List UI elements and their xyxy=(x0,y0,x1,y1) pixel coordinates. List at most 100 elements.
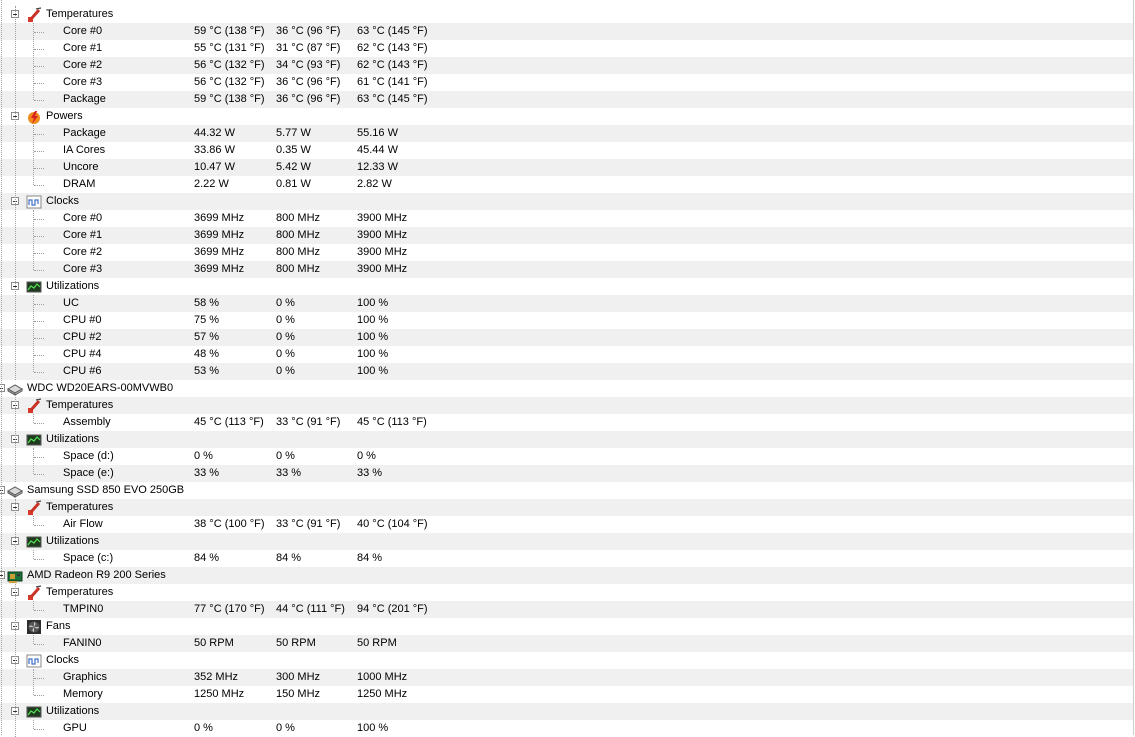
sensor-max: 100 % xyxy=(357,348,389,360)
sensor-row[interactable]: Package 59 °C (138 °F) 36 °C (96 °F) 63 °C … xyxy=(0,91,1133,108)
sensor-row[interactable]: CPU #6 53 % 0 % 100 % xyxy=(0,363,1133,380)
sensor-row[interactable]: Space (d:) 0 % 0 % 0 % xyxy=(0,448,1133,465)
sensor-min: 33 °C (91 °F) xyxy=(276,416,341,428)
sensor-group-row[interactable]: Utilizations xyxy=(0,278,1133,295)
tree-connector xyxy=(34,644,44,645)
sensor-row[interactable]: CPU #0 75 % 0 % 100 % xyxy=(0,312,1133,329)
sensor-row[interactable]: Core #3 3699 MHz 800 MHz 3900 MHz xyxy=(0,261,1133,278)
sensor-label: Air Flow xyxy=(63,518,103,530)
tree-connector xyxy=(34,729,44,730)
sensor-group-row[interactable]: Utilizations xyxy=(0,431,1133,448)
sensor-max: 84 % xyxy=(357,552,383,564)
sensor-row[interactable]: Core #3 56 °C (132 °F) 36 °C (96 °F) 61 °C … xyxy=(0,74,1133,91)
sensor-value: 77 °C (170 °F) xyxy=(194,603,265,615)
tree-connector xyxy=(34,423,44,424)
sensor-row[interactable]: IA Cores 33.86 W 0.35 W 45.44 W xyxy=(0,142,1133,159)
sensor-row[interactable]: CPU #4 48 % 0 % 100 % xyxy=(0,346,1133,363)
sensor-value: 10.47 W xyxy=(194,161,235,173)
sensor-min: 300 MHz xyxy=(276,671,321,683)
tree-connector xyxy=(34,678,44,679)
sensor-group-row[interactable]: Utilizations xyxy=(0,533,1133,550)
sensor-value: 50 RPM xyxy=(194,637,234,649)
device-row[interactable]: AMD Radeon R9 200 Series xyxy=(0,567,1133,584)
sensor-max: 62 °C (143 °F) xyxy=(357,59,428,71)
tree-connector xyxy=(34,185,44,186)
sensor-min: 800 MHz xyxy=(276,263,321,275)
sensor-group-row[interactable]: Temperatures xyxy=(0,584,1133,601)
sensor-row[interactable]: Core #1 55 °C (131 °F) 31 °C (87 °F) 62 °C … xyxy=(0,40,1133,57)
sensor-row[interactable]: Core #0 3699 MHz 800 MHz 3900 MHz xyxy=(0,210,1133,227)
sensor-value: 1250 MHz xyxy=(194,688,245,700)
sensor-label: Utilizations xyxy=(46,705,100,717)
sensor-label: DRAM xyxy=(63,178,96,190)
sensor-group-row[interactable]: Temperatures xyxy=(0,6,1133,23)
sensor-group-row[interactable]: Temperatures xyxy=(0,397,1133,414)
sensor-row[interactable]: Air Flow 38 °C (100 °F) 33 °C (91 °F) 40 °C… xyxy=(0,516,1133,533)
sensor-value: 48 % xyxy=(194,348,220,360)
sensor-value: 0 % xyxy=(194,722,213,734)
sensor-group-row[interactable]: Temperatures xyxy=(0,499,1133,516)
clock-icon xyxy=(26,194,42,210)
sensor-value: 3699 MHz xyxy=(194,246,245,258)
sensor-label: Core #0 xyxy=(63,212,103,224)
sensor-group-row[interactable]: Powers xyxy=(0,108,1133,125)
sensor-row[interactable]: Uncore 10.47 W 5.42 W 12.33 W xyxy=(0,159,1133,176)
sensor-min: 0 % xyxy=(276,722,295,734)
utilization-icon xyxy=(26,534,42,550)
tree-connector xyxy=(34,151,44,152)
sensor-group-row[interactable]: Clocks xyxy=(0,193,1133,210)
sensor-row[interactable]: UC 58 % 0 % 100 % xyxy=(0,295,1133,312)
sensor-max: 62 °C (143 °F) xyxy=(357,42,428,54)
sensor-group-row[interactable]: Clocks xyxy=(0,652,1133,669)
sensor-row[interactable]: Core #0 59 °C (138 °F) 36 °C (96 °F) 63 °C … xyxy=(0,23,1133,40)
hard-drive-icon xyxy=(7,483,23,499)
sensor-row[interactable]: Assembly 45 °C (113 °F) 33 °C (91 °F) 45 °C… xyxy=(0,414,1133,431)
sensor-row[interactable]: TMPIN0 77 °C (170 °F) 44 °C (111 °F) 94 °C … xyxy=(0,601,1133,618)
sensor-row[interactable]: FANIN0 50 RPM 50 RPM 50 RPM xyxy=(0,635,1133,652)
sensor-value: 84 % xyxy=(194,552,220,564)
sensor-row[interactable]: Memory 1250 MHz 150 MHz 1250 MHz xyxy=(0,686,1133,703)
sensor-label: Clocks xyxy=(46,654,80,666)
sensor-max: 63 °C (145 °F) xyxy=(357,25,428,37)
sensor-tree: Temperatures Core #0 59 °C (138 °F) 36 °C (… xyxy=(0,0,1135,737)
sensor-value: 33 % xyxy=(194,467,220,479)
sensor-label: Package xyxy=(63,93,106,105)
sensor-label: Core #1 xyxy=(63,42,103,54)
sensor-row[interactable]: Space (e:) 33 % 33 % 33 % xyxy=(0,465,1133,482)
sensor-row[interactable]: DRAM 2.22 W 0.81 W 2.82 W xyxy=(0,176,1133,193)
sensor-group-row[interactable]: Fans xyxy=(0,618,1133,635)
device-row[interactable]: WDC WD20EARS-00MVWB0 xyxy=(0,380,1133,397)
temperature-icon xyxy=(26,585,42,601)
sensor-max: 3900 MHz xyxy=(357,246,408,258)
sensor-row[interactable]: Core #2 56 °C (132 °F) 34 °C (93 °F) 62 °C … xyxy=(0,57,1133,74)
sensor-max: 33 % xyxy=(357,467,383,479)
sensor-label: IA Cores xyxy=(63,144,106,156)
sensor-row[interactable]: GPU 0 % 0 % 100 % xyxy=(0,720,1133,737)
sensor-min: 5.77 W xyxy=(276,127,311,139)
sensor-row[interactable]: Graphics 352 MHz 300 MHz 1000 MHz xyxy=(0,669,1133,686)
sensor-label: Space (c:) xyxy=(63,552,114,564)
sensor-max: 12.33 W xyxy=(357,161,398,173)
sensor-row[interactable]: Space (c:) 84 % 84 % 84 % xyxy=(0,550,1133,567)
tree-guide xyxy=(15,584,16,737)
sensor-min: 5.42 W xyxy=(276,161,311,173)
sensor-max: 3900 MHz xyxy=(357,263,408,275)
sensor-row[interactable]: Core #1 3699 MHz 800 MHz 3900 MHz xyxy=(0,227,1133,244)
sensor-label: Temperatures xyxy=(46,8,114,20)
device-row[interactable]: Samsung SSD 850 EVO 250GB xyxy=(0,482,1133,499)
sensor-max: 100 % xyxy=(357,331,389,343)
sensor-max: 40 °C (104 °F) xyxy=(357,518,428,530)
sensor-label: Samsung SSD 850 EVO 250GB xyxy=(27,484,185,496)
sensor-min: 36 °C (96 °F) xyxy=(276,76,341,88)
sensor-row[interactable]: Package 44.32 W 5.77 W 55.16 W xyxy=(0,125,1133,142)
sensor-label: Utilizations xyxy=(46,535,100,547)
sensor-label: Core #2 xyxy=(63,246,103,258)
sensor-row[interactable]: Core #2 3699 MHz 800 MHz 3900 MHz xyxy=(0,244,1133,261)
sensor-max: 1250 MHz xyxy=(357,688,408,700)
tree-connector xyxy=(34,474,44,475)
sensor-label: Core #3 xyxy=(63,263,103,275)
tree-guide xyxy=(33,448,34,474)
sensor-group-row[interactable]: Utilizations xyxy=(0,703,1133,720)
sensor-row[interactable]: CPU #2 57 % 0 % 100 % xyxy=(0,329,1133,346)
tree-guide xyxy=(33,516,34,525)
